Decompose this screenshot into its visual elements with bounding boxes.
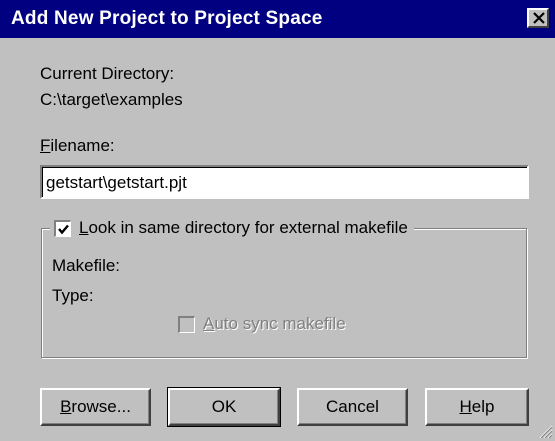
current-directory-label: Current Directory: — [40, 64, 175, 83]
close-icon — [533, 12, 545, 24]
title-bar: Add New Project to Project Space — [0, 0, 555, 38]
help-button-rest: elp — [471, 397, 495, 416]
same-directory-label: Look in same directory for external make… — [79, 218, 408, 238]
auto-sync-label: Auto sync makefile — [203, 314, 346, 334]
filename-label-rest: ilename: — [50, 136, 115, 155]
close-button[interactable] — [527, 8, 549, 28]
window-title: Add New Project to Project Space — [11, 8, 323, 29]
help-button-accel: H — [459, 397, 472, 416]
same-directory-option[interactable]: Look in same directory for external make… — [50, 216, 414, 240]
filename-field-frame — [40, 165, 529, 199]
makefile-label: Makefile: — [52, 256, 121, 275]
filename-input[interactable] — [46, 171, 516, 195]
auto-sync-label-rest: uto sync makefile — [214, 314, 346, 333]
ok-button[interactable]: OK — [167, 387, 281, 427]
browse-button[interactable]: Browse... — [40, 388, 151, 426]
filename-label-accel: F — [40, 136, 51, 155]
cancel-button[interactable]: Cancel — [297, 388, 408, 426]
resize-grip-icon[interactable] — [537, 423, 553, 439]
auto-sync-option: Auto sync makefile — [178, 314, 346, 334]
help-button[interactable]: Help — [425, 388, 529, 426]
checkmark-icon — [58, 224, 69, 234]
makefile-group — [41, 228, 527, 358]
same-directory-checkbox[interactable] — [54, 219, 71, 237]
browse-button-rest: rowse... — [71, 397, 131, 416]
current-directory-value: C:\target\examples — [40, 90, 183, 109]
auto-sync-label-accel: A — [203, 314, 215, 333]
filename-label: Filename: — [40, 136, 115, 156]
auto-sync-checkbox — [178, 315, 195, 333]
browse-button-accel: B — [60, 397, 72, 416]
type-label: Type: — [52, 286, 94, 305]
same-directory-label-rest: ook in same directory for external makef… — [88, 218, 408, 237]
